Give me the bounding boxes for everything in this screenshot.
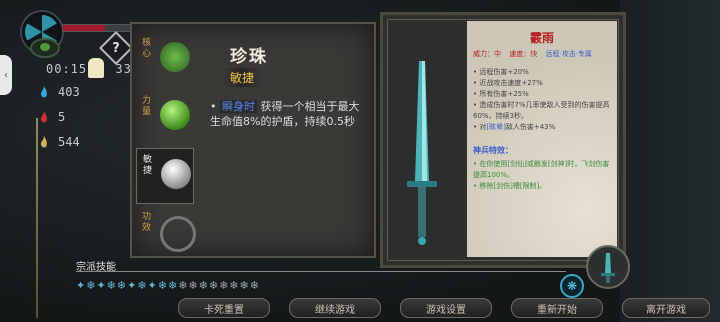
sect-skill-icon[interactable]: ❄ bbox=[209, 279, 218, 292]
sect-skill-icon[interactable]: ❄ bbox=[158, 279, 167, 292]
weapon-stats: • 远程伤害+20% • 近战攻击速度+27% • 所有伤害+25% • 造成伤… bbox=[473, 68, 610, 131]
sect-skill-icon[interactable]: ❄ bbox=[168, 279, 177, 292]
gold-flame-icon bbox=[41, 136, 47, 148]
sect-skill-icon[interactable]: ❄ bbox=[240, 279, 249, 292]
relic-slot-agility[interactable]: 敏捷 bbox=[136, 148, 194, 204]
relic-panel: 核心 力量 敏捷 功效 珍珠 敏捷 • 瞬身时 获得一个相当于最大生命值8%的护… bbox=[130, 22, 376, 258]
slot-label: 功效 bbox=[142, 212, 152, 233]
sect-skill-icon[interactable]: ❄ bbox=[137, 279, 146, 292]
weapon-tag: 远程·攻击·专属 bbox=[545, 50, 592, 58]
weapon-special-line: 移除[剑伤]槽[限制]。 bbox=[479, 182, 547, 190]
item-tag: 敏捷 bbox=[222, 68, 263, 87]
sect-skill-button[interactable]: ❋ bbox=[560, 274, 584, 298]
continue-game-button[interactable]: 继续游戏 bbox=[289, 298, 381, 318]
bullet: • bbox=[210, 100, 217, 113]
weapon-name: 霰雨 bbox=[529, 31, 554, 45]
relic-slot-column: 核心 力量 敏捷 功效 bbox=[132, 24, 196, 256]
leave-game-button[interactable]: 离开游戏 bbox=[622, 298, 710, 318]
slot-label: 力量 bbox=[142, 96, 152, 117]
weapon-info-scroll: 霰雨 威力：中 速度：快 远程·攻击·专属 • 远程伤害+20% • 近战攻击速… bbox=[467, 21, 617, 257]
weapon-special-title: 神兵特效： bbox=[473, 146, 513, 155]
equipped-weapon-slot[interactable] bbox=[586, 245, 630, 289]
equipped-sword-icon bbox=[601, 253, 615, 283]
jade-orb-icon bbox=[30, 38, 60, 58]
background-right-wall bbox=[620, 0, 720, 322]
sword-icon bbox=[407, 61, 437, 245]
help-button[interactable]: ? bbox=[99, 31, 133, 65]
pearl-icon bbox=[161, 159, 191, 189]
weapon-tag: 威力：中 bbox=[473, 50, 501, 58]
health-bar bbox=[62, 24, 134, 32]
weapon-stat-line: 所有伤害+25% bbox=[479, 90, 529, 98]
slot-label: 敏捷 bbox=[143, 155, 153, 176]
side-drawer-handle[interactable]: ‹ bbox=[0, 55, 12, 95]
stat-red: 5 bbox=[58, 110, 66, 124]
sect-skill-icon[interactable]: ✦ bbox=[96, 279, 105, 292]
sect-skill-icon[interactable]: ❄ bbox=[117, 279, 126, 292]
item-title: 珍珠 bbox=[230, 47, 268, 67]
sect-skill-icon[interactable]: ❄ bbox=[188, 279, 197, 292]
sect-skill-icon[interactable]: ❄ bbox=[199, 279, 208, 292]
weapon-special-effects: • 在你使用[剑仙]或触发[剑神]时，飞剑伤害提高100%。 • 移除[剑伤]槽… bbox=[473, 160, 610, 190]
run-timer: 00:15 33 bbox=[46, 62, 132, 76]
weapon-preview bbox=[389, 21, 463, 257]
sect-skill-icon[interactable]: ❄ bbox=[250, 279, 259, 292]
red-flame-icon bbox=[41, 111, 47, 123]
skill-icon-row: ✦ ❄ ✦ ❄ ❄ ✦ ❄ ✦ ❄ ❄ ❄ ❄ ❄ ❄ ❄ ❄ ❄ ❄ bbox=[76, 276, 260, 294]
restart-button[interactable]: 重新开始 bbox=[511, 298, 603, 318]
sect-skill-icon[interactable]: ❄ bbox=[229, 279, 238, 292]
green-jade-icon bbox=[160, 100, 190, 130]
sect-skill-icon[interactable]: ✦ bbox=[148, 279, 157, 292]
weapon-stat-line: 近战攻击速度+27% bbox=[479, 79, 543, 87]
item-description: • 瞬身时 获得一个相当于最大生命值8%的护盾，持续0.5秒 bbox=[210, 99, 368, 129]
stat-gold: 544 bbox=[58, 135, 80, 149]
weapon-tag: 速度：快 bbox=[509, 50, 538, 58]
stat-blue: 403 bbox=[58, 85, 80, 99]
purple-ring-icon bbox=[160, 216, 196, 252]
reset-stuck-button[interactable]: 卡死重置 bbox=[178, 298, 270, 318]
relic-slot-effect[interactable]: 功效 bbox=[136, 206, 196, 260]
relic-slot-strength[interactable]: 力量 bbox=[136, 90, 192, 144]
dragon-gem-icon bbox=[160, 42, 190, 72]
weapon-tags: 威力：中 速度：快 远程·攻击·专属 bbox=[473, 49, 598, 59]
spear-decoration bbox=[36, 118, 38, 318]
skills-divider bbox=[76, 271, 566, 272]
weapon-stat-line: 造成伤害时7%几率使敌人受到的伤害提高60%，持续3秒。 bbox=[473, 101, 610, 120]
sect-skill-icon[interactable]: ❄ bbox=[178, 279, 187, 292]
item-keyword[interactable]: 瞬身时 bbox=[220, 100, 257, 113]
sect-skill-icon[interactable]: ✦ bbox=[127, 279, 136, 292]
blue-flame-icon bbox=[41, 86, 47, 98]
sect-skill-icon[interactable]: ❄ bbox=[107, 279, 116, 292]
weapon-stat-keyword[interactable]: [眩晕] bbox=[486, 123, 505, 131]
weapon-stat-suffix: 敌人伤害+43% bbox=[505, 123, 556, 131]
weapon-panel: 霰雨 威力：中 速度：快 远程·攻击·专属 • 远程伤害+20% • 近战攻击速… bbox=[380, 12, 626, 268]
weapon-stat-line: 远程伤害+20% bbox=[479, 68, 529, 76]
timer-value: 00:15 bbox=[46, 62, 88, 76]
weapon-special-line: 在你使用[剑仙]或触发[剑神]时，飞剑伤害提高100%。 bbox=[473, 160, 610, 179]
sect-skill-icon[interactable]: ❄ bbox=[86, 279, 95, 292]
game-settings-button[interactable]: 游戏设置 bbox=[400, 298, 492, 318]
sect-skill-icon[interactable]: ❄ bbox=[219, 279, 228, 292]
sect-skill-icon[interactable]: ✦ bbox=[76, 279, 85, 292]
slot-label: 核心 bbox=[142, 38, 152, 59]
help-icon: ? bbox=[112, 40, 120, 56]
relic-slot-core[interactable]: 核心 bbox=[136, 32, 192, 86]
